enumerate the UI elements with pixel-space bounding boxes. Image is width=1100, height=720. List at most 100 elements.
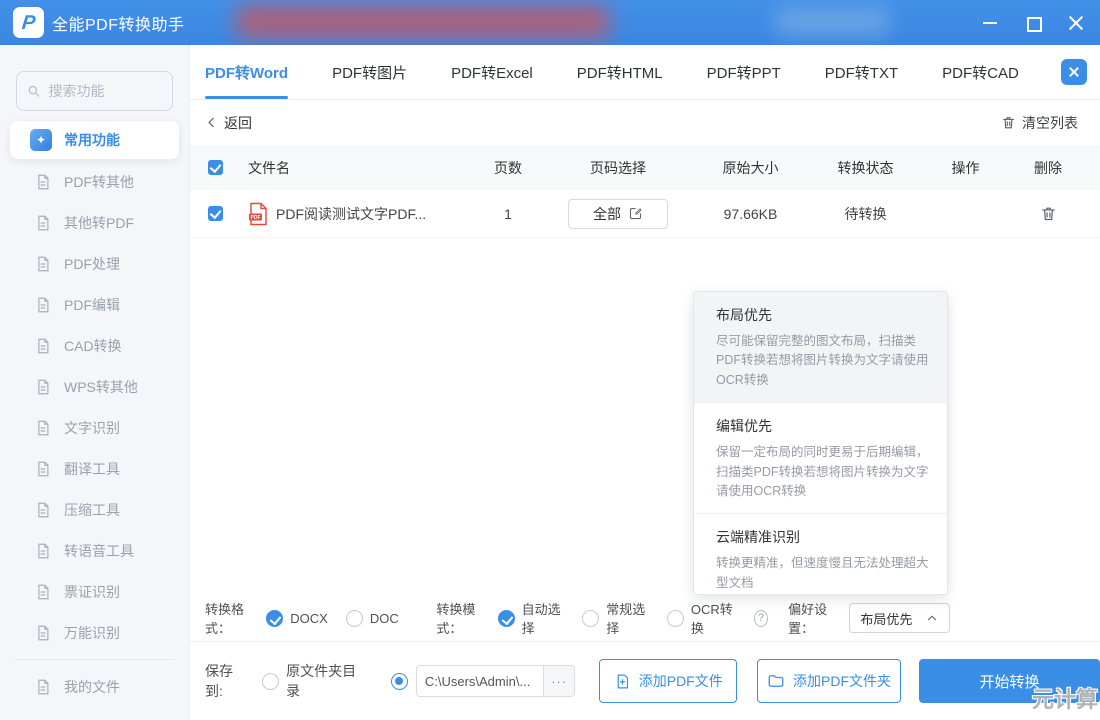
sidebar-item-to-speech-tools[interactable]: 转语音工具 [0,530,189,571]
maximize-icon[interactable] [1025,15,1041,31]
sidebar-item-label: 文字识别 [64,418,120,438]
radio-custom-path[interactable] [391,673,408,690]
radio-normal-select[interactable] [582,610,599,627]
preference-value: 布局优先 [860,609,912,628]
doc-icon [34,255,52,273]
header-delete: 删除 [1008,158,1088,178]
radio-doc-label[interactable]: DOC [370,611,399,626]
sidebar: ✦ 常用功能 PDF转其他 其他转PDF PDF处理 PDF编辑 CAD转换 W… [0,45,190,720]
add-pdf-file-button[interactable]: 添加PDF文件 [599,659,737,703]
sidebar-item-wps-to-other[interactable]: WPS转其他 [0,366,189,407]
radio-ocr-convert[interactable] [667,610,684,627]
radio-normal-select-label[interactable]: 常规选择 [606,599,649,637]
radio-original-folder-label[interactable]: 原文件夹目录 [286,661,369,701]
start-convert-button[interactable]: 开始转换 [919,659,1100,703]
browse-path-button[interactable]: ··· [543,666,574,696]
file-pages: 1 [473,206,543,222]
radio-auto-select-label[interactable]: 自动选择 [522,599,565,637]
pdf-file-icon: PDF [248,202,268,226]
sidebar-item-my-files[interactable]: 我的文件 [0,666,189,707]
help-icon[interactable]: ? [754,610,768,627]
trash-icon [1001,115,1016,130]
doc-icon [34,460,52,478]
sidebar-divider [14,659,175,660]
table-header: 文件名 页数 页码选择 原始大小 转换状态 操作 删除 [190,145,1100,190]
tab-pdf-to-html[interactable]: PDF转HTML [577,45,663,99]
radio-auto-select[interactable] [498,610,515,627]
edit-icon [628,206,643,221]
doc-icon [34,419,52,437]
page-select-button[interactable]: 全部 [568,199,668,229]
radio-ocr-convert-label[interactable]: OCR转换 [691,599,736,637]
sidebar-item-cad-convert[interactable]: CAD转换 [0,325,189,366]
search-box[interactable] [16,71,173,111]
minimize-icon[interactable] [982,15,998,31]
sidebar-item-common-functions[interactable]: ✦ 常用功能 [10,121,179,159]
file-plus-icon [614,673,631,690]
search-input[interactable] [48,83,162,99]
sidebar-item-translate-tools[interactable]: 翻译工具 [0,448,189,489]
preference-dropdown-panel: 布局优先 尽可能保留完整的图文布局，扫描类PDF转换若想将图片转换为文字请使用O… [693,291,948,595]
header-filename: 文件名 [248,158,473,178]
tab-pdf-to-cad[interactable]: PDF转CAD [942,45,1019,99]
sidebar-item-pdf-to-other[interactable]: PDF转其他 [0,161,189,202]
blurred-highlight [775,8,890,36]
sidebar-item-label: WPS转其他 [64,377,138,397]
panel-close-button[interactable] [1061,59,1087,85]
common-functions-icon: ✦ [30,129,52,151]
svg-text:PDF: PDF [251,214,261,220]
radio-docx-label[interactable]: DOCX [290,611,328,626]
clear-list-label: 清空列表 [1022,113,1078,133]
sidebar-item-text-recognition[interactable]: 文字识别 [0,407,189,448]
save-path-input[interactable] [417,674,543,689]
pref-option-edit-first[interactable]: 编辑优先 保留一定布局的同时更易于后期编辑，扫描类PDF转换若想将图片转换为文字… [694,403,947,514]
radio-original-folder[interactable] [262,673,279,690]
back-label: 返回 [224,113,252,133]
clear-list-button[interactable]: 清空列表 [1001,113,1078,133]
mode-label: 转换模式： [436,599,489,637]
window-controls [982,0,1084,45]
table-row: PDF PDF阅读测试文字PDF... 1 全部 97.66KB 待转换 [190,190,1100,238]
pref-option-layout-first[interactable]: 布局优先 尽可能保留完整的图文布局，扫描类PDF转换若想将图片转换为文字请使用O… [694,292,947,403]
tab-pdf-to-excel[interactable]: PDF转Excel [451,45,533,99]
sidebar-item-other-to-pdf[interactable]: 其他转PDF [0,202,189,243]
sidebar-item-compress-tools[interactable]: 压缩工具 [0,489,189,530]
header-action: 操作 [923,158,1008,178]
radio-docx[interactable] [266,610,283,627]
titlebar: P 全能PDF转换助手 [0,0,1100,45]
sidebar-item-pdf-edit[interactable]: PDF编辑 [0,284,189,325]
save-to-label: 保存到: [205,661,250,701]
row-checkbox[interactable] [208,206,223,221]
sidebar-item-label: PDF处理 [64,254,120,274]
header-pages: 页数 [473,158,543,178]
blurred-banner [235,5,610,39]
tab-pdf-to-ppt[interactable]: PDF转PPT [707,45,781,99]
tab-pdf-to-image[interactable]: PDF转图片 [332,45,407,99]
sidebar-item-universal-recognition[interactable]: 万能识别 [0,612,189,653]
add-pdf-folder-button[interactable]: 添加PDF文件夹 [757,659,901,703]
tab-pdf-to-word[interactable]: PDF转Word [205,45,288,99]
radio-doc[interactable] [346,610,363,627]
row-delete-button[interactable] [1040,205,1057,222]
back-button[interactable]: 返回 [205,113,252,133]
search-icon [27,83,40,99]
sidebar-item-pdf-process[interactable]: PDF处理 [0,243,189,284]
preference-select[interactable]: 布局优先 [849,603,950,633]
bottom-bar: 保存到: 原文件夹目录 ··· 添加PDF文件 添加PDF文件夹 开始转换 [190,641,1100,720]
doc-icon [34,214,52,232]
doc-icon [34,678,52,696]
select-all-checkbox[interactable] [208,160,223,175]
pref-option-cloud-recognition[interactable]: 云端精准识别 转换更精准，但速度慢且无法处理超大型文档 [694,514,947,595]
sidebar-item-label: PDF编辑 [64,295,120,315]
conversion-options-row: 转换格式： DOCX DOC 转换模式： 自动选择 常规选择 OCR转换 ? 偏… [190,595,1100,641]
sidebar-item-ticket-recognition[interactable]: 票证识别 [0,571,189,612]
sidebar-item-label: 转语音工具 [64,541,134,561]
pref-option-title: 云端精准识别 [716,527,931,547]
close-icon[interactable] [1068,15,1084,31]
file-size: 97.66KB [693,206,808,222]
tab-pdf-to-txt[interactable]: PDF转TXT [825,45,898,99]
doc-icon [34,501,52,519]
trash-icon [1040,205,1057,222]
app-title: 全能PDF转换助手 [52,0,185,45]
preference-label: 偏好设置： [788,599,841,637]
